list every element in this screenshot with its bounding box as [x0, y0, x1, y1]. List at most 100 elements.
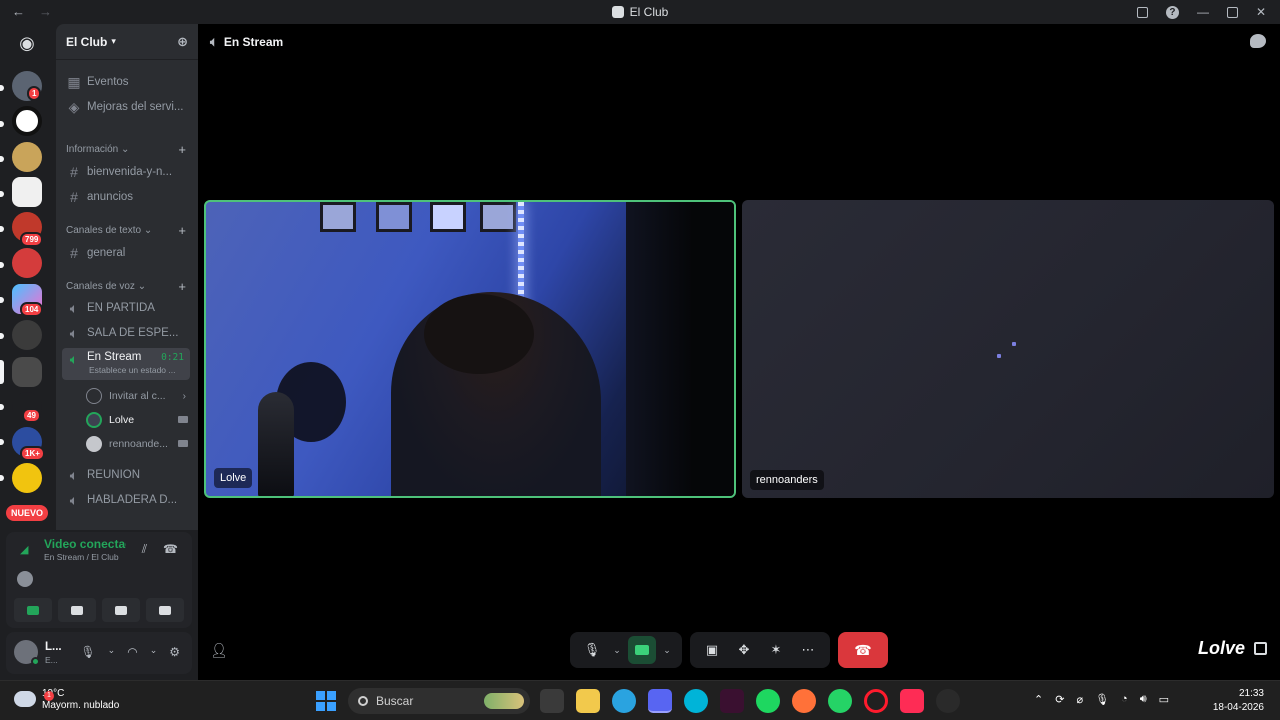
help-icon[interactable]: ? — [1165, 5, 1179, 19]
server-icon-3[interactable] — [12, 142, 42, 172]
voice-channel-sala-espera[interactable]: 🔈︎ SALA DE ESPE... — [62, 322, 190, 344]
battery-icon[interactable]: ▭ — [1159, 693, 1169, 706]
channel-bienvenida[interactable]: # bienvenida-y-n... — [62, 161, 190, 183]
online-status-icon — [31, 657, 40, 666]
chatgpt-icon[interactable] — [936, 689, 960, 713]
opera-icon[interactable] — [864, 689, 888, 713]
chevron-up-icon[interactable]: ⌃ — [1034, 693, 1043, 706]
unread-pill — [0, 121, 4, 127]
fullscreen-icon[interactable] — [1254, 642, 1267, 655]
more-options-icon[interactable]: ⋯ — [794, 636, 822, 664]
weather-widget[interactable]: 1 19°C Mayorm. nublado — [14, 687, 119, 711]
tiktok-icon[interactable] — [900, 689, 924, 713]
activities-button[interactable] — [102, 598, 140, 622]
discord-home-icon[interactable]: ◉ — [12, 28, 42, 58]
file-explorer-icon[interactable] — [576, 689, 600, 713]
windows-taskbar: 1 19°C Mayorm. nublado Buscar ⌃ ⟳ ⌀ 🎙︎ ◔… — [0, 680, 1280, 720]
system-clock[interactable]: 21:33 18-04-2026 — [1213, 687, 1264, 715]
add-channel-icon[interactable]: + — [178, 279, 186, 294]
category-voz[interactable]: Canales de voz ⌄ + — [66, 279, 190, 294]
chevron-down-icon[interactable]: ⌄ — [610, 636, 624, 664]
chevron-down-icon[interactable]: ⌄ — [660, 636, 674, 664]
video-editor-icon[interactable] — [720, 689, 744, 713]
noise-suppression-icon[interactable]: ⫽ — [142, 542, 147, 557]
category-informacion[interactable]: Información ⌄ + — [66, 142, 190, 157]
add-user-icon[interactable]: 👤︎ — [210, 642, 228, 659]
wifi-icon[interactable]: ◔ — [1121, 693, 1128, 706]
whatsapp-icon[interactable] — [828, 689, 852, 713]
headphones-icon[interactable]: ◠ — [127, 645, 137, 659]
camera-button[interactable] — [628, 636, 656, 664]
chevron-down-icon[interactable]: ⌄ — [108, 645, 116, 659]
volume-icon[interactable]: 🔊︎ — [1140, 693, 1147, 706]
video-tile-lolve[interactable]: Lolve — [204, 200, 736, 498]
speaker-icon: 🔈︎ — [69, 299, 79, 316]
avatar[interactable] — [17, 571, 33, 587]
server-icon-2[interactable] — [12, 106, 42, 136]
back-arrow-icon[interactable]: ← — [12, 4, 25, 19]
minimize-icon[interactable]: — — [1197, 5, 1209, 19]
gear-icon[interactable]: ⚙ — [169, 645, 180, 659]
spotify-icon[interactable] — [756, 689, 780, 713]
voice-location[interactable]: En Stream / El Club — [44, 552, 119, 562]
microphone — [258, 392, 294, 496]
voice-channel-reunion[interactable]: 🔈︎ REUNION — [62, 464, 190, 486]
microphone-icon[interactable]: 🎙︎ — [1095, 693, 1109, 706]
canva-icon[interactable] — [684, 689, 708, 713]
new-badge[interactable]: NUEVO — [6, 505, 49, 521]
camera-button[interactable] — [14, 598, 52, 622]
channel-eventos[interactable]: ▦ Eventos — [62, 71, 190, 93]
sync-icon[interactable]: ⟳ — [1055, 693, 1064, 706]
screen-share-icon[interactable]: ▣ — [698, 636, 726, 664]
category-texto[interactable]: Canales de texto ⌄ + — [66, 223, 190, 238]
server-icon-6[interactable] — [12, 248, 42, 278]
chevron-down-icon[interactable]: ⌄ — [150, 645, 158, 659]
channel-general[interactable]: # general — [62, 242, 190, 264]
activities-icon[interactable]: ✥ — [730, 636, 758, 664]
soundboard-icon[interactable]: ✶ — [762, 636, 790, 664]
av-controls: 🎙︎ ⌄ ⌄ — [570, 632, 682, 668]
server-icon-8[interactable] — [12, 320, 42, 350]
microphone-icon[interactable]: 🎙︎ — [80, 645, 95, 659]
add-channel-icon[interactable]: + — [178, 223, 186, 238]
taskbar-search[interactable]: Buscar — [348, 688, 530, 714]
voice-channel-habladera[interactable]: 🔈︎ HABLADERA D... — [62, 489, 190, 511]
soundboard-button[interactable] — [146, 598, 184, 622]
server-icon-el-club[interactable] — [12, 357, 42, 387]
screen-share-button[interactable] — [58, 598, 96, 622]
telegram-icon[interactable] — [612, 689, 636, 713]
maximize-icon[interactable] — [1226, 6, 1238, 18]
voice-channel-en-stream[interactable]: 🔈︎ En Stream 0:21 Establece un estado ..… — [62, 348, 190, 380]
disconnect-icon[interactable]: ☎ — [163, 542, 178, 557]
discord-icon[interactable] — [648, 689, 672, 713]
mute-icon[interactable]: ⌀ — [1076, 693, 1083, 706]
voice-user-rennoanders[interactable]: rennoande... — [86, 434, 190, 454]
set-status-text[interactable]: Establece un estado ... — [89, 365, 175, 375]
close-icon[interactable]: ✕ — [1256, 5, 1266, 19]
server-icon-12[interactable] — [12, 463, 42, 493]
voice-channel-en-partida[interactable]: 🔈︎ EN PARTIDA — [62, 297, 190, 319]
speaker-icon: 🔈︎ — [69, 351, 79, 367]
forward-arrow-icon[interactable]: → — [39, 4, 52, 19]
channel-anuncios[interactable]: # anuncios — [62, 186, 190, 208]
firefox-icon[interactable] — [792, 689, 816, 713]
video-tile-rennoanders[interactable]: rennoanders — [742, 200, 1274, 498]
task-view-icon[interactable] — [540, 689, 564, 713]
windows-start-icon[interactable] — [316, 691, 336, 711]
weather-text: 19°C Mayorm. nublado — [42, 687, 119, 711]
voice-user-lolve[interactable]: Lolve — [86, 410, 190, 430]
server-icon-4[interactable] — [12, 177, 42, 207]
chat-icon[interactable] — [1250, 34, 1266, 48]
guild-header[interactable]: El Club ▾ ⊕ — [56, 24, 198, 60]
nav-buttons: ← → — [12, 4, 52, 19]
channel-mejoras[interactable]: ◈ Mejoras del servi... — [62, 96, 190, 118]
invite-people-icon[interactable]: ⊕ — [177, 34, 188, 50]
lolve-logo: Lolve — [1198, 638, 1246, 658]
microphone-icon[interactable]: 🎙︎ — [578, 636, 606, 664]
username[interactable]: L... — [45, 641, 62, 653]
disconnect-button[interactable]: ☎ — [838, 632, 888, 668]
invite-to-channel[interactable]: Invitar al c... › — [86, 386, 190, 406]
inbox-icon[interactable] — [1136, 6, 1148, 18]
signal-icon[interactable]: ◢ — [20, 543, 32, 556]
add-channel-icon[interactable]: + — [178, 142, 186, 157]
